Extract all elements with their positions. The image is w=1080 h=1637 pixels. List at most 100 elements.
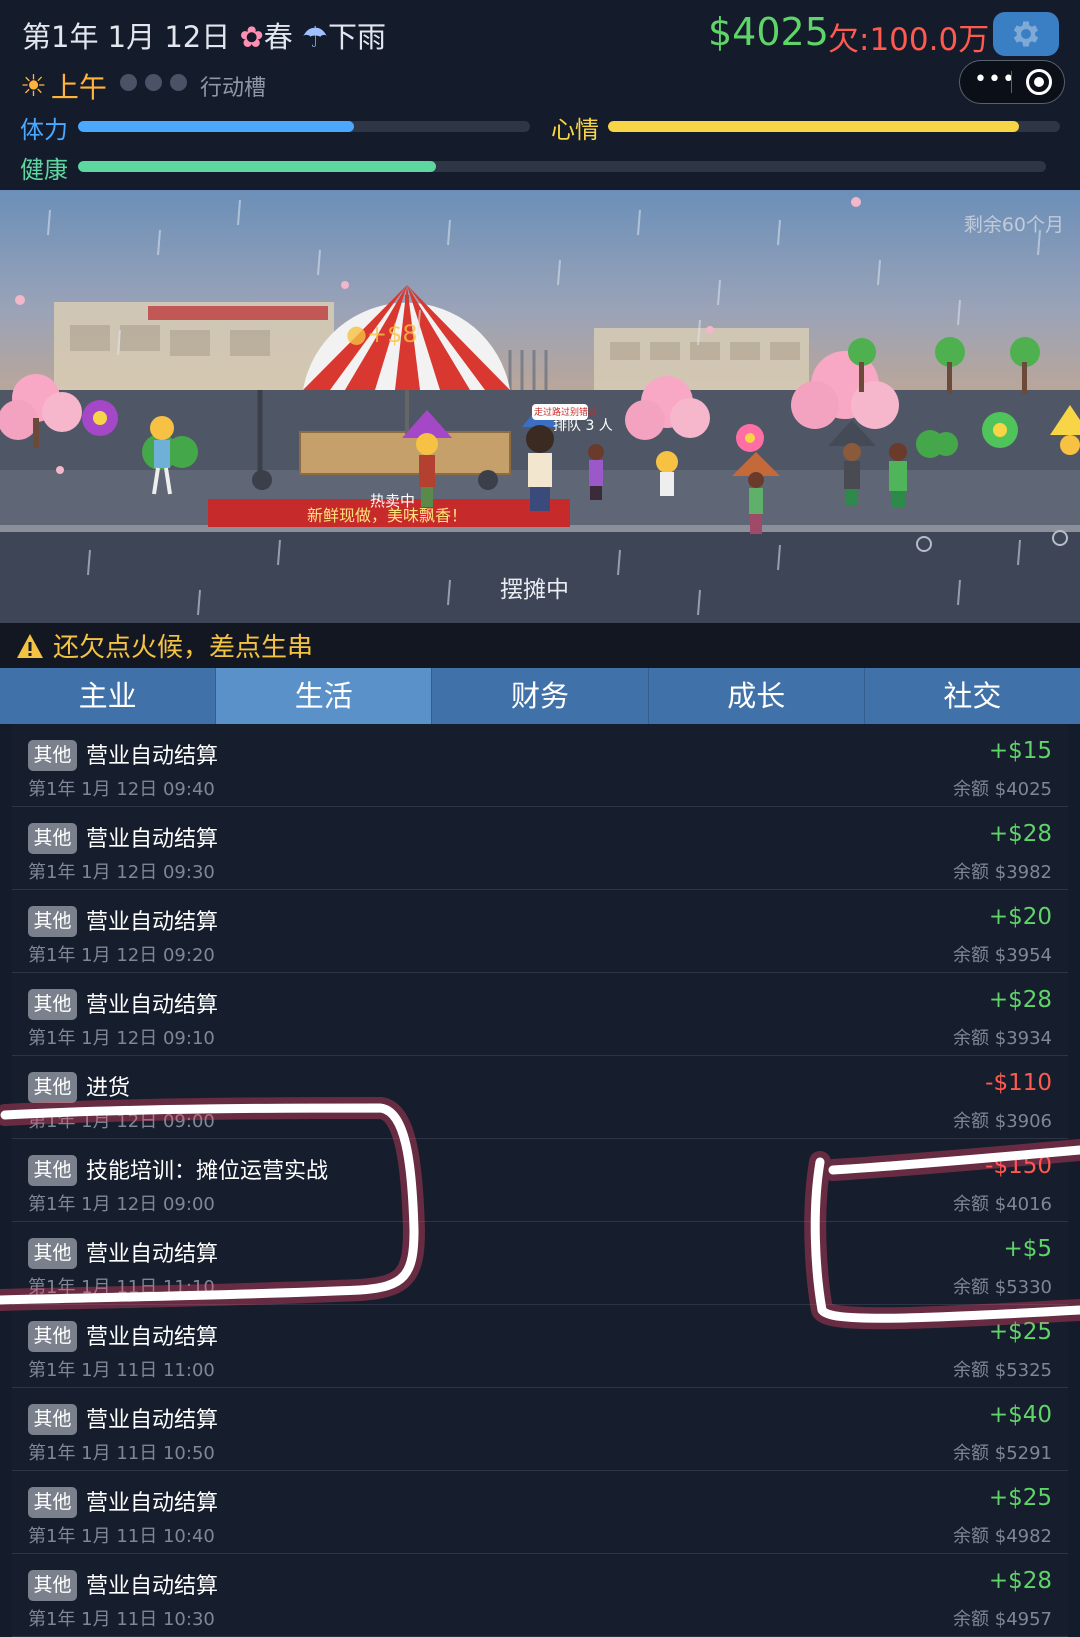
- action-slot-dot: [145, 74, 162, 91]
- transaction-time: 第1年 1月 12日 09:10: [28, 1028, 215, 1049]
- warning-icon: [17, 633, 43, 658]
- transaction-row[interactable]: 其他 营业自动结算 第1年 1月 11日 10:40 +$25 余额 $4982: [12, 1471, 1068, 1554]
- health-label: 健康: [20, 156, 68, 184]
- transaction-row[interactable]: 其他 营业自动结算 第1年 1月 12日 09:40 +$15 余额 $4025: [12, 724, 1068, 807]
- transaction-amount: +$25: [988, 1485, 1052, 1511]
- balance-after: 余额 $3982: [953, 862, 1052, 883]
- transaction-row[interactable]: 其他 进货 第1年 1月 12日 09:00 -$110 余额 $3906: [12, 1056, 1068, 1139]
- transaction-amount: +$20: [988, 904, 1052, 930]
- more-menu-icon[interactable]: •••: [974, 67, 1016, 92]
- balance-after: 余额 $3954: [953, 945, 1052, 966]
- category-tag: 其他: [28, 1404, 77, 1435]
- time-period: ☀ 上午: [20, 66, 107, 106]
- transaction-row[interactable]: 其他 营业自动结算第1年 1月 11日 10:30 +$28 余额 $4957: [12, 1554, 1068, 1637]
- category-tag: 其他: [28, 1321, 77, 1352]
- balance-after: 余额 $4025: [953, 779, 1052, 800]
- balance-after: 余额 $5291: [953, 1443, 1052, 1464]
- transaction-title: 营业自动结算: [86, 1242, 219, 1267]
- transaction-title: 营业自动结算: [86, 910, 219, 935]
- transaction-amount: +$28: [988, 821, 1052, 847]
- mood-fill: [608, 121, 1020, 132]
- transaction-amount: +$25: [988, 1319, 1052, 1345]
- income-popup-text: +$8: [366, 320, 418, 348]
- coin-icon: ●: [346, 320, 367, 348]
- sun-icon: ☀: [20, 68, 47, 104]
- category-tag: 其他: [28, 1155, 77, 1186]
- transaction-row[interactable]: 其他 营业自动结算 第1年 1月 11日 11:10 +$5 余额 $5330: [12, 1222, 1068, 1305]
- transaction-time: 第1年 1月 11日 10:50: [28, 1443, 215, 1464]
- stamina-label: 体力: [20, 116, 68, 144]
- transaction-time: 第1年 1月 12日 09:00: [28, 1111, 215, 1132]
- transaction-row[interactable]: 其他 技能培训：摊位运营实战第1年 1月 12日 09:00 -$150 余额 $40…: [12, 1139, 1068, 1222]
- warning-bar: 还欠点火候，差点生串: [0, 623, 1080, 668]
- transaction-title: 营业自动结算: [86, 1491, 219, 1516]
- remaining-months: 剩余60个月: [963, 214, 1064, 236]
- category-tag: 其他: [28, 823, 77, 854]
- gear-icon: [1013, 21, 1039, 47]
- transaction-time: 第1年 1月 12日 09:30: [28, 862, 215, 883]
- transaction-title: 营业自动结算: [86, 1408, 219, 1433]
- balance-after: 余额 $3906: [953, 1111, 1052, 1132]
- tab-bar: 主业 生活 财务 成长 社交: [0, 668, 1080, 724]
- warning-text: 还欠点火候，差点生串: [53, 633, 314, 663]
- action-slot-label: 行动槽: [200, 76, 267, 101]
- transaction-amount: +$15: [988, 738, 1052, 764]
- transaction-time: 第1年 1月 12日 09:00: [28, 1194, 215, 1215]
- blossom-icon: ✿: [239, 20, 264, 54]
- transaction-title: 营业自动结算: [86, 1574, 219, 1599]
- transaction-time: 第1年 1月 12日 09:20: [28, 945, 215, 966]
- transaction-time: 第1年 1月 11日 10:30: [28, 1609, 215, 1630]
- miniprogram-capsule: •••: [959, 60, 1065, 104]
- transaction-time: 第1年 1月 11日 11:10: [28, 1277, 215, 1298]
- period-text: 上午: [50, 71, 107, 104]
- tab-life[interactable]: 生活: [216, 668, 433, 724]
- transaction-list[interactable]: 其他 营业自动结算 第1年 1月 12日 09:40 +$15 余额 $4025 其他 营业…: [12, 724, 1068, 1637]
- tab-main-job[interactable]: 主业: [0, 668, 217, 724]
- queue-label: 排队 3 人: [553, 418, 613, 434]
- street-scene[interactable]: 剩余60个月 ●+$8 新鲜现做，美味飘香！ 热卖中 排队 3 人 走过路过别错…: [0, 190, 1080, 623]
- action-slot-dot: [120, 74, 137, 91]
- transaction-time: 第1年 1月 12日 09:40: [28, 779, 215, 800]
- office-building: [594, 328, 809, 396]
- category-tag: 其他: [28, 740, 77, 771]
- settings-button[interactable]: [993, 12, 1059, 56]
- mood-label: 心情: [551, 116, 599, 144]
- category-tag: 其他: [28, 1570, 77, 1601]
- transaction-row[interactable]: 其他 营业自动结算第1年 1月 12日 09:20 +$20 余额 $3954: [12, 890, 1068, 973]
- transaction-row[interactable]: 其他 营业自动结算第1年 1月 11日 10:50 +$40 余额 $5291: [12, 1388, 1068, 1471]
- tab-growth[interactable]: 成长: [649, 668, 865, 724]
- transaction-amount: +$5: [1003, 1236, 1052, 1262]
- transaction-amount: -$150: [985, 1153, 1052, 1179]
- transaction-amount: +$28: [988, 987, 1052, 1013]
- transaction-amount: -$110: [985, 1070, 1052, 1096]
- transaction-title: 进货: [86, 1076, 131, 1101]
- weather-text: 下雨: [328, 20, 387, 54]
- capsule-divider: [1011, 71, 1012, 93]
- date-text: 第1年 1月 12日: [22, 20, 231, 54]
- transaction-row[interactable]: 其他 营业自动结算 第1年 1月 11日 11:00 +$25 余额 $5325: [12, 1305, 1068, 1388]
- transaction-row[interactable]: 其他 营业自动结算 第1年 1月 12日 09:30 +$28 余额 $3982: [12, 807, 1068, 890]
- mood-bar: [608, 121, 1060, 132]
- close-target-icon[interactable]: [1026, 69, 1052, 95]
- tab-finance[interactable]: 财务: [432, 668, 649, 724]
- status-header: 第1年 1月 12日 ✿春 ☂下雨 $4025 欠:100.0万 ☀ 上午 行动…: [0, 0, 1080, 190]
- transaction-time: 第1年 1月 11日 11:00: [28, 1360, 215, 1381]
- tab-social[interactable]: 社交: [865, 668, 1080, 724]
- stall-status: 摆摊中: [500, 577, 569, 603]
- transaction-amount: +$28: [988, 1568, 1052, 1594]
- stamina-bar: [78, 121, 530, 132]
- money-display: $4025: [708, 10, 829, 54]
- category-tag: 其他: [28, 906, 77, 937]
- transaction-row[interactable]: 其他 营业自动结算 第1年 1月 12日 09:10 +$28 余额 $3934: [12, 973, 1068, 1056]
- action-slot-dot: [170, 74, 187, 91]
- income-popup: ●+$8: [346, 320, 418, 348]
- transaction-title: 技能培训：摊位运营实战: [86, 1159, 329, 1184]
- transaction-time: 第1年 1月 11日 10:40: [28, 1526, 215, 1547]
- transaction-title: 营业自动结算: [86, 993, 219, 1018]
- balance-after: 余额 $3934: [953, 1028, 1052, 1049]
- debt-display: 欠:100.0万: [828, 22, 990, 58]
- balance-after: 余额 $4016: [953, 1194, 1052, 1215]
- transaction-amount: +$40: [988, 1402, 1052, 1428]
- balance-after: 余额 $5325: [953, 1360, 1052, 1381]
- balance-after: 余额 $4957: [953, 1609, 1052, 1630]
